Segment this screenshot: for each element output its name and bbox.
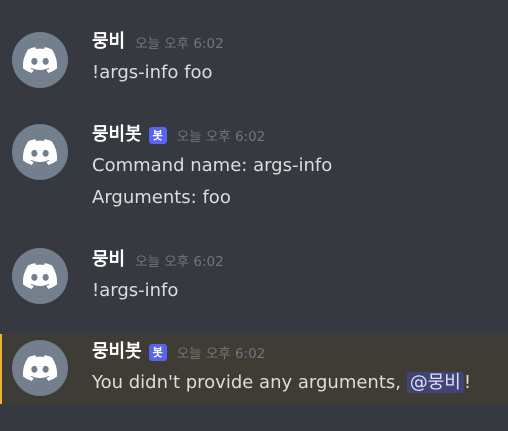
bot-tag: 봇	[148, 126, 167, 144]
message-text: !	[463, 372, 472, 393]
chat-message-mentioned: 뭉비봇 봇 오늘 오후 6:02 You didn't provide any …	[0, 334, 508, 404]
username[interactable]: 뭉비봇	[92, 341, 142, 363]
user-avatar[interactable]	[12, 248, 68, 304]
timestamp[interactable]: 오늘 오후 6:02	[135, 250, 224, 270]
message-text: You didn't provide any arguments,	[92, 372, 401, 393]
discord-logo-icon	[23, 355, 57, 381]
username[interactable]: 뭉비	[92, 249, 125, 271]
chat-message-list: 뭉비 오늘 오후 6:02 !args-info foo 뭉비봇 봇 오늘 오후…	[0, 0, 508, 431]
timestamp[interactable]: 오늘 오후 6:02	[177, 125, 266, 145]
message-content: !args-info foo	[92, 62, 213, 83]
chat-message: 뭉비 오늘 오후 6:02 !args-info	[0, 240, 508, 310]
timestamp[interactable]: 오늘 오후 6:02	[177, 342, 266, 362]
timestamp[interactable]: 오늘 오후 6:02	[135, 32, 224, 52]
username[interactable]: 뭉비	[92, 31, 125, 53]
message-content: Arguments: foo	[92, 187, 231, 208]
bot-avatar[interactable]	[12, 340, 68, 396]
chat-message: 뭉비 오늘 오후 6:02 !args-info foo	[0, 24, 508, 94]
message-header: 뭉비 오늘 오후 6:02	[92, 249, 224, 271]
discord-logo-icon	[23, 263, 57, 289]
chat-message: 뭉비봇 봇 오늘 오후 6:02 Command name: args-info…	[0, 118, 508, 218]
message-content: Command name: args-info	[92, 155, 333, 176]
user-avatar[interactable]	[12, 32, 68, 88]
message-content: You didn't provide any arguments, @뭉비!	[92, 372, 471, 394]
message-header: 뭉비봇 봇 오늘 오후 6:02	[92, 341, 265, 363]
message-header: 뭉비봇 봇 오늘 오후 6:02	[92, 124, 265, 146]
bot-avatar[interactable]	[12, 124, 68, 180]
discord-logo-icon	[23, 47, 57, 73]
username[interactable]: 뭉비봇	[92, 124, 142, 146]
bot-tag: 봇	[148, 343, 167, 361]
discord-logo-icon	[23, 139, 57, 165]
message-header: 뭉비 오늘 오후 6:02	[92, 31, 224, 53]
user-mention[interactable]: @뭉비	[406, 372, 464, 393]
message-content: !args-info	[92, 280, 179, 301]
